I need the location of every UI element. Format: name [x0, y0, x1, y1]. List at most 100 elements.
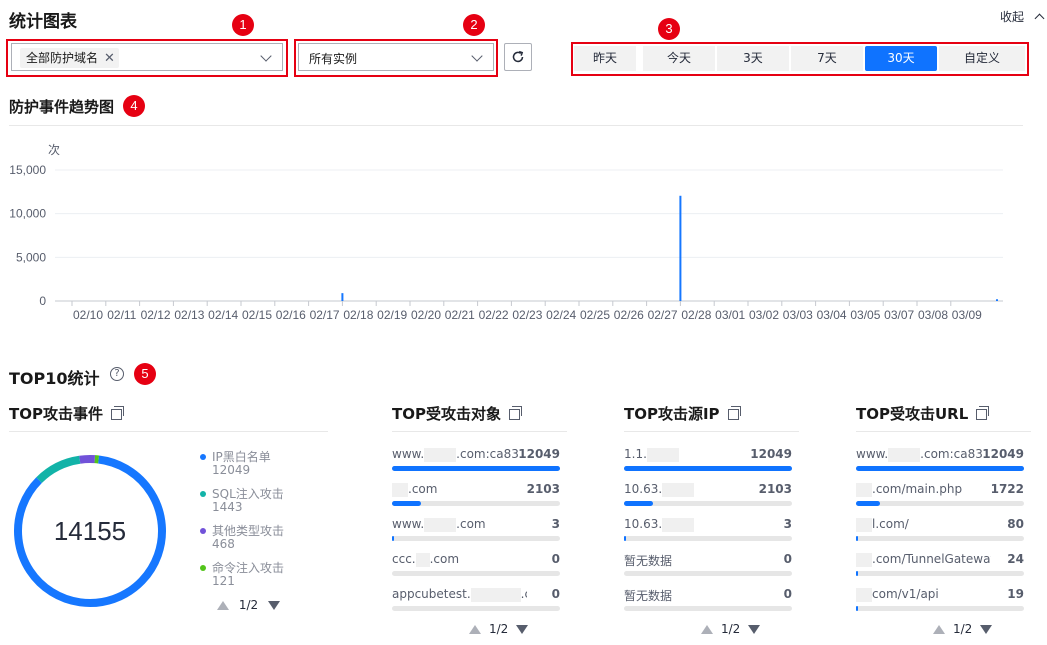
- redacted-mask: [856, 587, 872, 602]
- row-name-prefix: appcubetest.: [392, 587, 471, 601]
- prev-page-icon[interactable]: [469, 625, 481, 634]
- trend-bar[interactable]: [341, 293, 344, 301]
- x-tick-label: 02/25: [580, 308, 610, 322]
- redacted-mask: [662, 482, 695, 497]
- range-option[interactable]: 3天: [717, 46, 789, 71]
- legend-value: 468: [212, 537, 235, 551]
- refresh-icon: [512, 50, 524, 63]
- donut-slice[interactable]: [36, 455, 81, 484]
- row-value: 3: [783, 517, 792, 531]
- row-name-suffix: .com: [429, 552, 460, 566]
- row-value: 19: [1007, 587, 1024, 601]
- trend-bar[interactable]: [996, 299, 998, 301]
- row-bar-track: [624, 571, 792, 576]
- range-option[interactable]: 今天: [643, 46, 715, 71]
- copy-icon[interactable]: [508, 406, 522, 420]
- instance-select-value: 所有实例: [309, 52, 358, 66]
- panel-divider: [624, 431, 799, 432]
- x-tick-label: 02/23: [512, 308, 542, 322]
- range-option[interactable]: 30天: [865, 46, 937, 71]
- targets-pager: 1/2: [469, 622, 529, 636]
- help-icon[interactable]: ?: [110, 367, 124, 381]
- chevron-down-icon: [471, 50, 483, 62]
- legend-item[interactable]: IP黑白名单 12049: [200, 451, 271, 477]
- trend-bar[interactable]: [679, 195, 682, 301]
- range-option[interactable]: 自定义: [939, 46, 1025, 71]
- row-value: 12049: [750, 447, 792, 461]
- row-bar-fill: [392, 501, 421, 506]
- x-tick-label: 02/15: [242, 308, 272, 322]
- row-value: 2103: [526, 482, 560, 496]
- panel-divider: [856, 431, 1031, 432]
- row-name-suffix: .com: [408, 482, 438, 496]
- row-name-suffix: .com/main.php: [872, 482, 963, 496]
- range-option[interactable]: 7天: [791, 46, 863, 71]
- top10-title: TOP10统计: [9, 369, 100, 388]
- row-value: 80: [1007, 517, 1024, 531]
- row-name-prefix: 10.63.: [624, 482, 663, 496]
- instance-select[interactable]: 所有实例: [298, 43, 494, 71]
- source_ips-pager: 1/2: [701, 622, 761, 636]
- row-bar-track: [392, 536, 560, 541]
- row-bar-track: [392, 466, 560, 471]
- prev-page-icon[interactable]: [217, 601, 229, 610]
- panel-divider: [392, 431, 567, 432]
- row-name-suffix: com/v1/api: [872, 587, 939, 601]
- trend-title: 防护事件趋势图: [9, 98, 115, 116]
- prev-page-icon[interactable]: [701, 625, 713, 634]
- next-page-icon[interactable]: [980, 625, 993, 634]
- row-bar-fill: [392, 536, 394, 541]
- x-tick-label: 03/07: [884, 308, 914, 322]
- urls-title: TOP受攻击URL: [856, 403, 990, 424]
- next-page-icon[interactable]: [516, 625, 529, 634]
- copy-icon[interactable]: [110, 406, 124, 420]
- row-bar-fill: [624, 536, 626, 541]
- next-page-icon[interactable]: [267, 601, 280, 610]
- collapse-button[interactable]: 收起: [1000, 8, 1045, 25]
- legend-dot: [200, 565, 206, 571]
- row-name-prefix: 1.1.: [624, 447, 647, 461]
- legend-dot: [200, 491, 206, 497]
- redacted-mask: [856, 482, 872, 497]
- row-bar-track: [392, 606, 560, 611]
- row-bar-track: [856, 501, 1024, 506]
- annotation-badge-3: 3: [658, 18, 680, 40]
- x-tick-label: 03/09: [952, 308, 982, 322]
- row-name-prefix: www.: [392, 517, 425, 531]
- next-page-icon[interactable]: [748, 625, 761, 634]
- redacted-mask: [856, 517, 872, 532]
- row-value: 3: [551, 517, 560, 531]
- row-bar-track: [856, 536, 1024, 541]
- row-bar-fill: [856, 501, 880, 506]
- prev-page-icon[interactable]: [933, 625, 945, 634]
- redacted-mask: [424, 447, 457, 462]
- close-icon[interactable]: ✕: [104, 51, 115, 66]
- copy-icon[interactable]: [976, 406, 990, 420]
- range-option[interactable]: 昨天: [574, 46, 636, 71]
- row-name-prefix: www.: [856, 447, 889, 461]
- row-name-prefix: www.: [392, 447, 425, 461]
- row-bar-fill: [856, 536, 858, 541]
- redacted-mask: [888, 447, 921, 462]
- row-bar-track: [392, 571, 560, 576]
- events-pager-text: 1/2: [238, 598, 259, 612]
- legend-item[interactable]: 命令注入攻击 121: [200, 562, 284, 588]
- donut-slice[interactable]: [79, 455, 96, 464]
- legend-item[interactable]: SQL注入攻击 1443: [200, 488, 284, 514]
- targets-title: TOP受攻击对象: [392, 403, 522, 424]
- legend-item[interactable]: 其他类型攻击 468: [200, 525, 284, 551]
- x-tick-label: 03/01: [715, 308, 745, 322]
- refresh-button[interactable]: [504, 43, 532, 71]
- row-name-suffix: .com: [456, 517, 486, 531]
- x-tick-label: 02/14: [208, 308, 238, 322]
- row-bar-track: [624, 606, 792, 611]
- domain-select[interactable]: 全部防护域名 ✕: [11, 43, 283, 71]
- row-value: 0: [783, 552, 792, 566]
- row-value: 1722: [990, 482, 1024, 496]
- events-total: 14155: [54, 516, 126, 546]
- row-name-prefix: ccc.: [392, 552, 416, 566]
- x-tick-label: 02/10: [73, 308, 103, 322]
- x-tick-label: 02/28: [681, 308, 711, 322]
- copy-icon[interactable]: [727, 406, 741, 420]
- chevron-down-icon: [260, 50, 272, 62]
